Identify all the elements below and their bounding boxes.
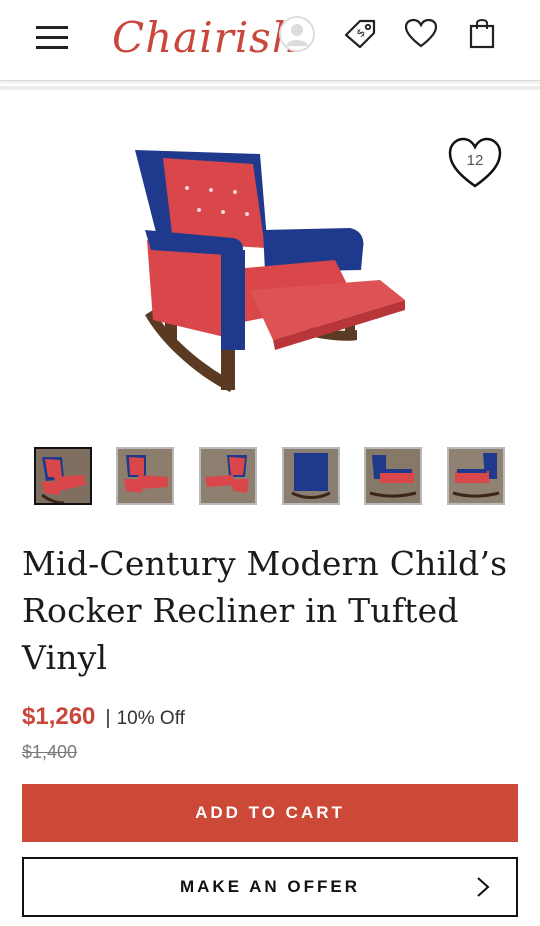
original-price: $1,400 <box>22 742 78 762</box>
price-row: $1,260 | 10% Off <box>22 703 185 733</box>
chairish-logo[interactable]: Chairish <box>112 10 299 66</box>
make-an-offer-label: MAKE AN OFFER <box>179 877 361 896</box>
chevron-right-icon <box>477 877 490 897</box>
menu-icon[interactable] <box>36 26 68 50</box>
header-divider <box>0 86 540 90</box>
discount-label: 10% Off <box>116 708 185 729</box>
add-to-cart-button[interactable]: ADD TO CART <box>22 784 518 842</box>
make-an-offer-button[interactable]: MAKE AN OFFER <box>22 857 518 917</box>
sell-tag-icon[interactable]: $ <box>342 17 378 49</box>
top-nav-bar: Chairish $ <box>0 0 540 81</box>
current-price: $1,260 <box>22 703 96 730</box>
thumbnail-2[interactable] <box>116 447 174 505</box>
thumbnail-5[interactable] <box>364 447 422 505</box>
product-main-image[interactable] <box>125 130 415 400</box>
favorite-count-button[interactable]: 12 <box>447 136 503 190</box>
thumbnail-3[interactable] <box>199 447 257 505</box>
favorite-count: 12 <box>466 152 484 169</box>
favorites-heart-icon[interactable] <box>404 18 438 48</box>
account-icon[interactable] <box>278 15 316 53</box>
shopping-bag-icon[interactable] <box>468 17 496 49</box>
thumbnail-6[interactable] <box>447 447 505 505</box>
thumbnail-4[interactable] <box>282 447 340 505</box>
thumbnail-1[interactable] <box>34 447 92 505</box>
product-title: Mid-Century Modern Child’s Rocker Reclin… <box>22 544 508 677</box>
price-separator: | <box>105 707 111 729</box>
